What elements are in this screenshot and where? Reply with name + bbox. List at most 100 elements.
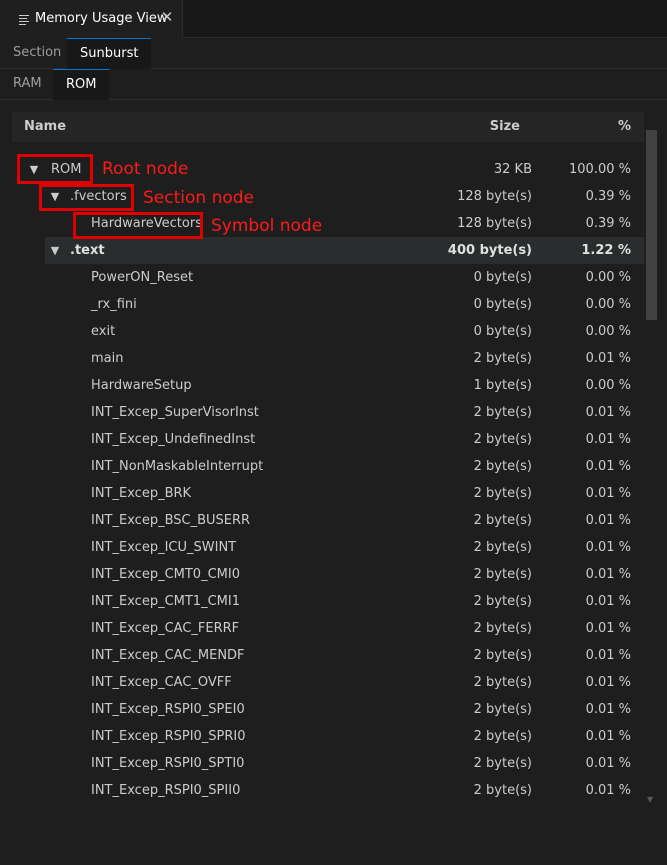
editor-tab-bar: Memory Usage View ✕ xyxy=(0,0,667,38)
tree-row[interactable]: INT_Excep_BSC_BUSERR 2 byte(s) 0.01 % xyxy=(12,507,644,534)
row-name: INT_Excep_ICU_SWINT xyxy=(91,540,237,555)
row-name: _rx_fini xyxy=(91,297,137,312)
tree-row[interactable]: INT_Excep_RSPI0_SPRI0 2 byte(s) 0.01 % xyxy=(12,723,644,750)
row-size: 2 byte(s) xyxy=(473,432,532,447)
row-percent: 0.00 % xyxy=(585,378,631,393)
row-percent: 0.01 % xyxy=(585,648,631,663)
row-percent: 1.22 % xyxy=(581,243,631,258)
expand-arrow-icon[interactable]: ▼ xyxy=(49,237,61,264)
tab-ram[interactable]: RAM xyxy=(0,69,55,99)
row-name: INT_Excep_CAC_MENDF xyxy=(91,648,245,663)
row-name: INT_Excep_RSPI0_SPRI0 xyxy=(91,729,246,744)
tab-sunburst[interactable]: Sunburst xyxy=(67,38,152,69)
row-percent: 0.01 % xyxy=(585,621,631,636)
tree-row[interactable]: INT_Excep_CMT1_CMI1 2 byte(s) 0.01 % xyxy=(12,588,644,615)
row-name: INT_Excep_BRK xyxy=(91,486,192,501)
row-size: 2 byte(s) xyxy=(473,459,532,474)
tree-row[interactable]: INT_NonMaskableInterrupt 2 byte(s) 0.01 % xyxy=(12,453,644,480)
row-name: INT_Excep_CAC_FERRF xyxy=(91,621,240,636)
tree-row[interactable]: INT_Excep_ICU_SWINT 2 byte(s) 0.01 % xyxy=(12,534,644,561)
row-size: 2 byte(s) xyxy=(473,729,532,744)
row-name: PowerON_Reset xyxy=(91,270,194,285)
row-size: 2 byte(s) xyxy=(473,702,532,717)
tree-row[interactable]: HardwareSetup 1 byte(s) 0.00 % xyxy=(12,372,644,399)
row-size: 2 byte(s) xyxy=(473,594,532,609)
section-node-highlight xyxy=(39,184,134,211)
row-size: 32 KB xyxy=(493,162,532,177)
row-percent: 0.39 % xyxy=(585,216,631,231)
row-size: 2 byte(s) xyxy=(473,675,532,690)
row-size: 2 byte(s) xyxy=(473,513,532,528)
tree-row[interactable]: ▼ .text 400 byte(s) 1.22 % xyxy=(45,237,644,264)
row-percent: 0.01 % xyxy=(585,702,631,717)
row-name: INT_Excep_RSPI0_SPTI0 xyxy=(91,756,245,771)
tree-row[interactable]: INT_Excep_RSPI0_SPII0 2 byte(s) 0.01 % xyxy=(12,777,644,804)
root-node-annotation: Root node xyxy=(102,159,189,179)
tree-row[interactable]: INT_Excep_BRK 2 byte(s) 0.01 % xyxy=(12,480,644,507)
row-size: 128 byte(s) xyxy=(457,216,532,231)
tree-row[interactable]: exit 0 byte(s) 0.00 % xyxy=(12,318,644,345)
tree-row[interactable]: INT_Excep_UndefinedInst 2 byte(s) 0.01 % xyxy=(12,426,644,453)
row-size: 2 byte(s) xyxy=(473,351,532,366)
row-size: 128 byte(s) xyxy=(457,189,532,204)
row-percent: 0.39 % xyxy=(585,189,631,204)
editor-tab[interactable]: Memory Usage View ✕ xyxy=(0,0,183,38)
row-name: HardwareSetup xyxy=(91,378,192,393)
root-node-highlight xyxy=(17,154,93,184)
tab-title: Memory Usage View xyxy=(35,11,168,26)
row-name: INT_NonMaskableInterrupt xyxy=(91,459,264,474)
row-percent: 0.01 % xyxy=(585,756,631,771)
symbol-node-annotation: Symbol node xyxy=(211,216,323,236)
scrollbar-thumb[interactable] xyxy=(646,130,657,320)
column-header-name[interactable]: Name xyxy=(24,119,66,134)
scroll-down-icon[interactable]: ▼ xyxy=(647,795,653,804)
column-header-size[interactable]: Size xyxy=(490,119,520,134)
document-lines-icon xyxy=(19,14,29,25)
row-size: 2 byte(s) xyxy=(473,567,532,582)
memory-type-tabs: RAM ROM xyxy=(0,69,667,100)
tree-row[interactable]: INT_Excep_CAC_MENDF 2 byte(s) 0.01 % xyxy=(12,642,644,669)
tree-row[interactable]: INT_Excep_SuperVisorInst 2 byte(s) 0.01 % xyxy=(12,399,644,426)
row-size: 400 byte(s) xyxy=(447,243,532,258)
row-size: 2 byte(s) xyxy=(473,783,532,798)
symbol-node-highlight xyxy=(73,212,203,239)
tree-row[interactable]: PowerON_Reset 0 byte(s) 0.00 % xyxy=(12,264,644,291)
row-name: INT_Excep_UndefinedInst xyxy=(91,432,256,447)
column-header-percent[interactable]: % xyxy=(618,119,631,134)
vertical-scrollbar[interactable]: ▼ xyxy=(646,112,657,812)
row-name: .text xyxy=(70,243,105,258)
close-icon[interactable]: ✕ xyxy=(160,10,174,25)
table-header: Name Size % xyxy=(12,112,644,142)
section-node-annotation: Section node xyxy=(143,188,254,208)
row-percent: 0.00 % xyxy=(585,324,631,339)
row-name: exit xyxy=(91,324,116,339)
tree-row[interactable]: INT_Excep_RSPI0_SPEI0 2 byte(s) 0.01 % xyxy=(12,696,644,723)
tab-rom[interactable]: ROM xyxy=(53,69,110,100)
tree-row[interactable]: INT_Excep_RSPI0_SPTI0 2 byte(s) 0.01 % xyxy=(12,750,644,777)
row-name: INT_Excep_RSPI0_SPEI0 xyxy=(91,702,245,717)
row-percent: 0.00 % xyxy=(585,270,631,285)
tree-row[interactable]: INT_Excep_CMT0_CMI0 2 byte(s) 0.01 % xyxy=(12,561,644,588)
row-name: INT_Excep_CMT0_CMI0 xyxy=(91,567,240,582)
row-size: 2 byte(s) xyxy=(473,756,532,771)
tree-row[interactable]: _rx_fini 0 byte(s) 0.00 % xyxy=(12,291,644,318)
row-percent: 0.01 % xyxy=(585,594,631,609)
row-size: 2 byte(s) xyxy=(473,621,532,636)
row-size: 2 byte(s) xyxy=(473,405,532,420)
row-percent: 100.00 % xyxy=(569,162,631,177)
row-name: INT_Excep_CAC_OVFF xyxy=(91,675,232,690)
row-percent: 0.01 % xyxy=(585,567,631,582)
row-name: INT_Excep_BSC_BUSERR xyxy=(91,513,251,528)
row-percent: 0.01 % xyxy=(585,513,631,528)
tree-row[interactable]: INT_Excep_CAC_FERRF 2 byte(s) 0.01 % xyxy=(12,615,644,642)
tree-row[interactable]: INT_Excep_CAC_OVFF 2 byte(s) 0.01 % xyxy=(12,669,644,696)
row-percent: 0.00 % xyxy=(585,297,631,312)
tree-row[interactable]: main 2 byte(s) 0.01 % xyxy=(12,345,644,372)
row-size: 0 byte(s) xyxy=(473,324,532,339)
row-percent: 0.01 % xyxy=(585,459,631,474)
row-percent: 0.01 % xyxy=(585,783,631,798)
row-percent: 0.01 % xyxy=(585,729,631,744)
row-name: INT_Excep_CMT1_CMI1 xyxy=(91,594,240,609)
tab-section[interactable]: Section xyxy=(0,38,74,68)
view-tabs: Section Sunburst xyxy=(0,38,667,69)
